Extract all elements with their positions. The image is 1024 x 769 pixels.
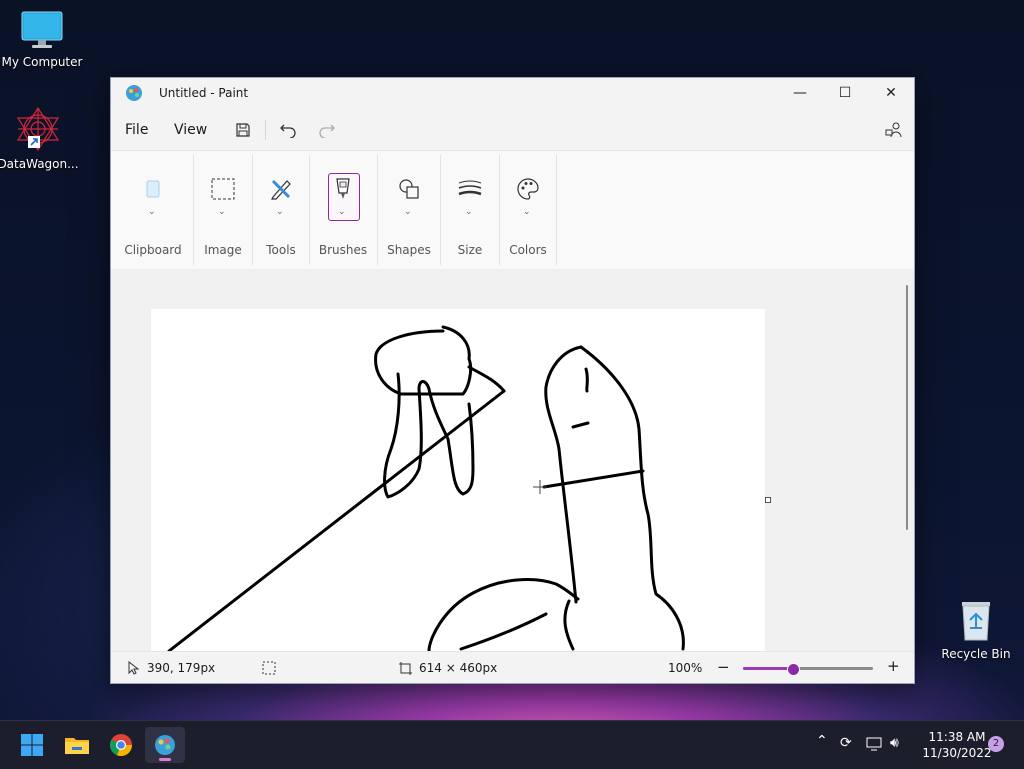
- canvas-resize-handle[interactable]: [765, 497, 771, 503]
- start-button[interactable]: [12, 727, 52, 763]
- ribbon-divider: [193, 155, 194, 265]
- minimize-button[interactable]: —: [777, 78, 823, 108]
- stroke-size-icon: [456, 175, 484, 203]
- pencil-eraser-icon: [267, 175, 295, 203]
- zoom-out-button[interactable]: −: [717, 658, 730, 676]
- vertical-scrollbar[interactable]: [906, 285, 908, 530]
- monitor-icon: [21, 11, 63, 48]
- ribbon-group-size[interactable]: ⌄ Size: [442, 151, 498, 269]
- ribbon-toolbar: ⌄ Clipboard ⌄ Image ⌄ Tools ⌄ Brushes ⌄ …: [111, 150, 914, 270]
- palette-icon: [514, 175, 542, 203]
- selection-size-icon: [262, 661, 276, 675]
- chevron-down-icon: ⌄: [523, 207, 531, 217]
- taskbar-paint[interactable]: [145, 727, 185, 763]
- close-button[interactable]: ✕: [868, 78, 914, 108]
- cursor-position: 390, 179px: [147, 661, 216, 675]
- desktop-icon-my-computer[interactable]: My Computer: [0, 10, 84, 69]
- ribbon-divider: [309, 155, 310, 265]
- zoom-slider[interactable]: [743, 663, 873, 676]
- menu-bar: File View: [111, 110, 914, 148]
- folder-icon: [65, 738, 89, 754]
- zoom-slider-fill: [743, 667, 793, 670]
- ribbon-group-label: Colors: [509, 243, 547, 257]
- ribbon-group-brushes[interactable]: ⌄ Brushes: [311, 151, 375, 269]
- notification-badge[interactable]: 2: [988, 736, 1004, 752]
- ribbon-divider: [499, 155, 500, 265]
- ribbon-group-tools[interactable]: ⌄ Tools: [254, 151, 308, 269]
- active-app-indicator: [159, 758, 171, 761]
- taskbar-file-explorer[interactable]: [57, 727, 97, 763]
- desktop-icon-label: DataWagon...: [0, 157, 79, 171]
- ribbon-group-label: Size: [457, 243, 483, 257]
- zoom-slider-thumb[interactable]: [787, 663, 801, 676]
- chevron-down-icon: ⌄: [404, 207, 412, 217]
- shapes-icon: [395, 175, 423, 203]
- show-hidden-icons-chevron-icon[interactable]: ⌃: [816, 733, 828, 749]
- ribbon-group-label: Brushes: [318, 243, 368, 257]
- brush-icon: [329, 175, 357, 203]
- taskbar: ⌃ ⟳ 🔊︎ 11:38 AM 11/30/2022: [0, 720, 1024, 769]
- chevron-down-icon: ⌄: [276, 207, 284, 217]
- ribbon-divider: [440, 155, 441, 265]
- menu-view[interactable]: View: [174, 122, 207, 138]
- chevron-down-icon: ⌄: [148, 207, 156, 217]
- ribbon-group-label: Image: [204, 243, 242, 257]
- ribbon-divider: [556, 155, 557, 265]
- ribbon-group-label: Tools: [266, 243, 296, 257]
- ribbon-group-clipboard[interactable]: ⌄ Clipboard: [119, 151, 187, 269]
- paint-app-icon: [126, 85, 142, 101]
- ribbon-divider: [377, 155, 378, 265]
- recycle-bin-icon: [962, 602, 990, 641]
- chevron-down-icon: ⌄: [338, 207, 346, 217]
- save-icon[interactable]: [232, 119, 254, 141]
- ribbon-divider: [252, 155, 253, 265]
- ribbon-group-label: Shapes: [387, 243, 431, 257]
- cursor-pointer-icon: [128, 661, 139, 675]
- desktop-icon-recycle-bin[interactable]: Recycle Bin: [934, 598, 1018, 661]
- drawing-canvas[interactable]: [151, 309, 765, 651]
- zoom-level: 100%: [668, 661, 703, 675]
- window-title: Untitled - Paint: [159, 86, 249, 100]
- network-icon[interactable]: [866, 737, 882, 751]
- selection-icon: [209, 175, 237, 203]
- desktop-icon-label: My Computer: [1, 55, 83, 69]
- ribbon-group-colors[interactable]: ⌄ Colors: [501, 151, 555, 269]
- clipboard-icon: [139, 175, 167, 203]
- ribbon-group-image[interactable]: ⌄ Image: [195, 151, 251, 269]
- volume-icon[interactable]: 🔊︎: [890, 735, 899, 751]
- menubar-divider: [265, 120, 266, 140]
- desktop-icon-datawagon[interactable]: DataWagon...: [0, 106, 80, 171]
- account-icon[interactable]: [883, 119, 905, 141]
- chrome-icon: [109, 734, 133, 757]
- paint-app-icon: [155, 735, 175, 755]
- paint-window: Untitled - Paint — ☐ ✕ File View ⌄ Clipb…: [110, 77, 915, 684]
- ribbon-group-label: Clipboard: [124, 243, 182, 257]
- zoom-in-button[interactable]: +: [887, 657, 900, 675]
- redo-icon[interactable]: [316, 119, 338, 141]
- desktop-icon-label: Recycle Bin: [941, 647, 1011, 661]
- freehand-drawing: [167, 325, 685, 651]
- menu-file[interactable]: File: [125, 122, 148, 138]
- canvas-size: 614 × 460px: [419, 661, 498, 675]
- undo-icon[interactable]: [277, 119, 299, 141]
- status-bar: 390, 179px 614 × 460px 100% − +: [111, 651, 914, 683]
- taskbar-chrome[interactable]: [101, 727, 141, 763]
- canvas-workspace[interactable]: [111, 269, 914, 651]
- chevron-down-icon: ⌄: [218, 207, 226, 217]
- chevron-down-icon: ⌄: [465, 207, 473, 217]
- title-bar[interactable]: Untitled - Paint — ☐ ✕: [111, 78, 914, 108]
- sync-icon[interactable]: ⟳: [840, 735, 852, 751]
- windows-logo-icon: [21, 734, 43, 756]
- ribbon-group-shapes[interactable]: ⌄ Shapes: [379, 151, 439, 269]
- maximize-button[interactable]: ☐: [822, 78, 868, 108]
- canvas-size-icon: [399, 662, 412, 675]
- datawagon-app-icon: [16, 106, 60, 152]
